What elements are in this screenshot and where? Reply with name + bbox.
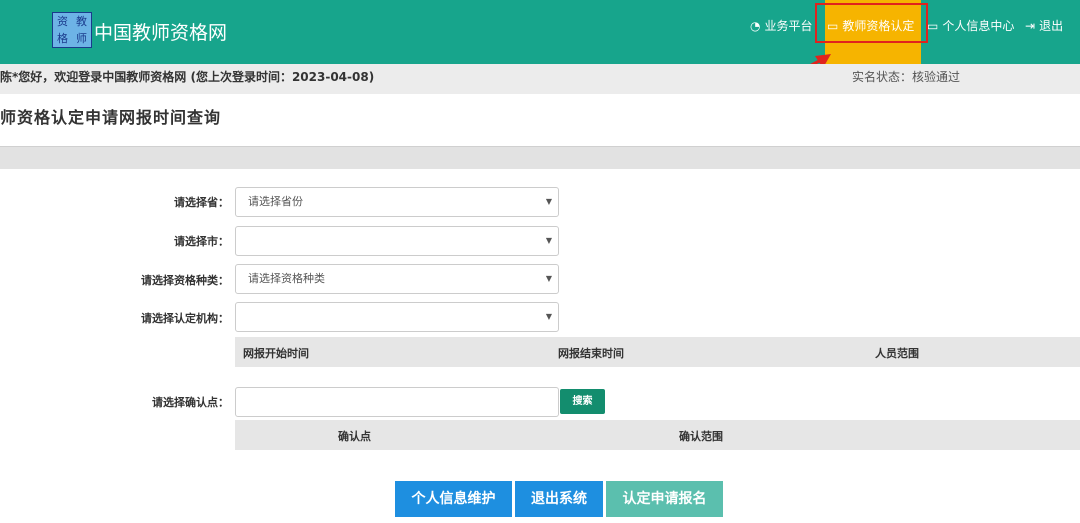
confirm-point-table-header: 确认点 确认范围 (235, 420, 1080, 450)
gauge-icon: ◔ (750, 19, 761, 33)
apply-certification-button[interactable]: 认定申请报名 (606, 481, 723, 517)
qualification-type-value: 请选择资格种类 (248, 272, 325, 285)
page-title: 师资格认定申请网报时间查询 (0, 108, 222, 127)
column-header: 人员范围 (875, 347, 919, 360)
agency-label: 请选择认定机构： (141, 312, 229, 325)
chevron-down-icon: ▼ (545, 236, 552, 245)
nav-label: 退出 (1039, 19, 1064, 33)
column-header: 确认点 (338, 430, 371, 443)
chevron-down-icon: ▼ (545, 274, 552, 283)
qualification-type-label: 请选择资格种类： (141, 274, 229, 287)
logo-char: 师 (76, 32, 87, 45)
personal-info-button[interactable]: 个人信息维护 (395, 481, 512, 517)
monitor-icon: ▭ (927, 19, 939, 33)
logo-char: 格 (57, 32, 68, 45)
nav-label: 业务平台 (764, 19, 813, 33)
logo-char: 资 (57, 15, 68, 28)
logo-char: 教 (76, 15, 87, 28)
section-divider (0, 146, 1080, 169)
agency-select[interactable]: ▼ (235, 302, 559, 332)
province-select-value: 请选择省份 (248, 195, 303, 208)
confirm-point-label: 请选择确认点： (152, 396, 229, 409)
exit-system-button[interactable]: 退出系统 (515, 481, 603, 517)
search-button[interactable]: 搜索 (560, 389, 605, 414)
logout-icon: ⇥ (1025, 19, 1036, 33)
province-select[interactable]: 请选择省份 ▼ (235, 187, 559, 217)
chevron-down-icon: ▼ (545, 197, 552, 206)
city-label: 请选择市： (174, 235, 229, 248)
site-logo[interactable]: 资 教 格 师 (52, 12, 92, 48)
verification-status: 实名状态：核验通过 (852, 70, 961, 84)
column-header: 网报开始时间 (243, 347, 309, 360)
confirm-point-input[interactable] (235, 387, 559, 417)
annotation-highlight-box (815, 3, 928, 43)
chevron-down-icon: ▼ (545, 312, 552, 321)
column-header: 网报结束时间 (558, 347, 624, 360)
province-label: 请选择省： (174, 196, 229, 209)
nav-personal-center[interactable]: ▭ 个人信息中心 (927, 0, 1014, 64)
nav-label: 个人信息中心 (942, 19, 1015, 33)
schedule-table-header: 网报开始时间 网报结束时间 人员范围 (235, 337, 1080, 367)
nav-logout[interactable]: ⇥ 退出 (1025, 0, 1063, 64)
welcome-bar: 陈*您好，欢迎登录中国教师资格网 (您上次登录时间：2023-04-08) 实名… (0, 64, 1080, 94)
site-name: 中国教师资格网 (94, 22, 228, 44)
city-select[interactable]: ▼ (235, 226, 559, 256)
welcome-message: 陈*您好，欢迎登录中国教师资格网 (您上次登录时间：2023-04-08) (0, 70, 375, 84)
column-header: 确认范围 (679, 430, 723, 443)
qualification-type-select[interactable]: 请选择资格种类 ▼ (235, 264, 559, 294)
